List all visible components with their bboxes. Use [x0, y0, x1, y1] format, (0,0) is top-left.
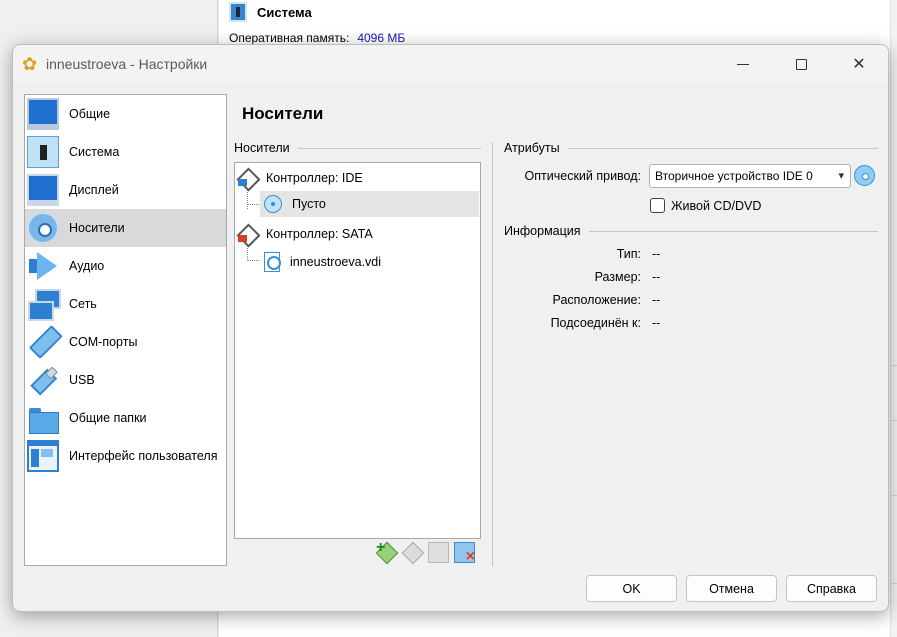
optical-drive-label: Оптический привод: [524, 169, 641, 183]
storage-group-header: Носители [234, 141, 481, 155]
category-system[interactable]: Система [25, 133, 226, 171]
folder-icon [27, 402, 59, 434]
tree-node-label: Контроллер: SATA [266, 227, 373, 241]
add-drive-button[interactable] [428, 542, 449, 563]
optical-disc-icon [264, 195, 282, 213]
network-icon [27, 288, 61, 321]
storage-disc-icon [27, 212, 59, 244]
category-label: USB [69, 373, 95, 387]
remove-attachment-button[interactable] [454, 542, 475, 566]
optical-drive-value: Вторичное устройство IDE 0 [655, 169, 813, 183]
category-com-ports[interactable]: COM-порты [25, 323, 226, 361]
dialog-title: inneustroeva - Настройки [46, 56, 208, 72]
page-title: Носители [242, 104, 324, 123]
category-audio[interactable]: Аудио [25, 247, 226, 285]
sata-controller-icon [238, 224, 258, 244]
info-size-label: Размер: [594, 270, 641, 284]
main-window-scroll-gutter [890, 0, 897, 637]
tree-node-ide-controller[interactable]: Контроллер: IDE [238, 165, 477, 191]
attributes-group-label: Атрибуты [504, 141, 560, 155]
display-icon [27, 174, 59, 206]
category-label: Интерфейс пользователя [69, 449, 218, 463]
minimize-button[interactable] [714, 45, 772, 83]
info-type-value: -- [652, 247, 661, 261]
settings-category-list: Общие Система Дисплей Носители Аудио Сет… [24, 94, 227, 566]
tree-connector [247, 204, 259, 205]
information-group-header: Информация [504, 224, 878, 238]
monitor-general-icon [27, 98, 59, 130]
category-user-interface[interactable]: Интерфейс пользователя [25, 437, 226, 475]
cancel-button[interactable]: Отмена [686, 575, 777, 602]
tree-node-label: Пусто [292, 197, 326, 211]
ui-window-icon [27, 440, 59, 472]
optical-drive-select[interactable]: Вторичное устройство IDE 0 ▾ [649, 164, 851, 188]
info-attached-value: -- [652, 316, 661, 330]
attributes-group-header: Атрибуты [504, 141, 878, 155]
choose-disk-button[interactable] [854, 165, 875, 186]
information-group-label: Информация [504, 224, 581, 238]
info-attached-label: Подсоединён к: [550, 316, 641, 330]
category-label: Система [69, 145, 120, 159]
help-button[interactable]: Справка [786, 575, 877, 602]
system-section-header[interactable]: Система [229, 0, 312, 24]
category-label: Общие [69, 107, 111, 121]
add-controller-button[interactable] [376, 539, 397, 563]
category-label: Сеть [69, 297, 97, 311]
category-general[interactable]: Общие [25, 95, 226, 133]
tree-node-label: inneustroeva.vdi [290, 255, 382, 269]
chip-icon [27, 136, 59, 168]
close-icon: ✕ [852, 56, 866, 73]
category-label: Общие папки [69, 411, 147, 425]
category-label: Дисплей [69, 183, 119, 197]
storage-tree[interactable]: Контроллер: IDE Пусто Контроллер: SATA i… [234, 162, 481, 539]
tree-connector [247, 260, 259, 261]
category-display[interactable]: Дисплей [25, 171, 226, 209]
close-button[interactable]: ✕ [830, 45, 888, 83]
category-network[interactable]: Сеть [25, 285, 226, 323]
storage-tree-toolbar [376, 539, 475, 566]
memory-row: Оперативная память: 4096 МБ [229, 31, 405, 45]
live-cd-checkbox[interactable]: Живой CD/DVD [650, 198, 761, 213]
virtualbox-gear-icon: ✿ [22, 54, 38, 74]
settings-dialog: ✿ inneustroeva - Настройки ✕ Общие Систе… [12, 44, 889, 612]
maximize-button[interactable] [772, 45, 830, 83]
usb-icon [20, 357, 65, 402]
info-type-label: Тип: [616, 247, 641, 261]
info-location-value: -- [652, 293, 661, 307]
maximize-icon [795, 58, 807, 70]
tree-node-vdi-disk[interactable]: inneustroeva.vdi [264, 249, 479, 275]
system-section-title: Система [257, 4, 312, 20]
chip-icon [229, 2, 247, 22]
panel-divider [492, 142, 493, 566]
category-shared-folders[interactable]: Общие папки [25, 399, 226, 437]
memory-label: Оперативная память: [229, 31, 350, 45]
category-storage[interactable]: Носители [25, 209, 226, 247]
live-cd-label: Живой CD/DVD [671, 198, 762, 213]
checkbox-box [650, 198, 665, 213]
category-label: COM-порты [69, 335, 138, 349]
storage-group-label: Носители [234, 141, 290, 155]
dialog-titlebar[interactable]: ✿ inneustroeva - Настройки ✕ [13, 45, 888, 83]
category-label: Носители [69, 221, 125, 235]
speaker-icon [27, 250, 59, 282]
ok-button[interactable]: OK [586, 575, 677, 602]
memory-value: 4096 МБ [357, 31, 406, 45]
minimize-icon [737, 63, 749, 65]
tree-node-label: Контроллер: IDE [266, 171, 363, 185]
tree-node-sata-controller[interactable]: Контроллер: SATA [238, 221, 477, 247]
info-size-value: -- [652, 270, 661, 284]
category-label: Аудио [69, 259, 105, 273]
hard-disk-icon [264, 252, 281, 272]
ide-controller-icon [238, 168, 258, 188]
info-location-label: Расположение: [552, 293, 641, 307]
tree-node-empty-optical[interactable]: Пусто [260, 191, 479, 217]
chevron-down-icon: ▾ [838, 170, 844, 182]
category-usb[interactable]: USB [25, 361, 226, 399]
add-attachment-button[interactable] [402, 542, 423, 563]
